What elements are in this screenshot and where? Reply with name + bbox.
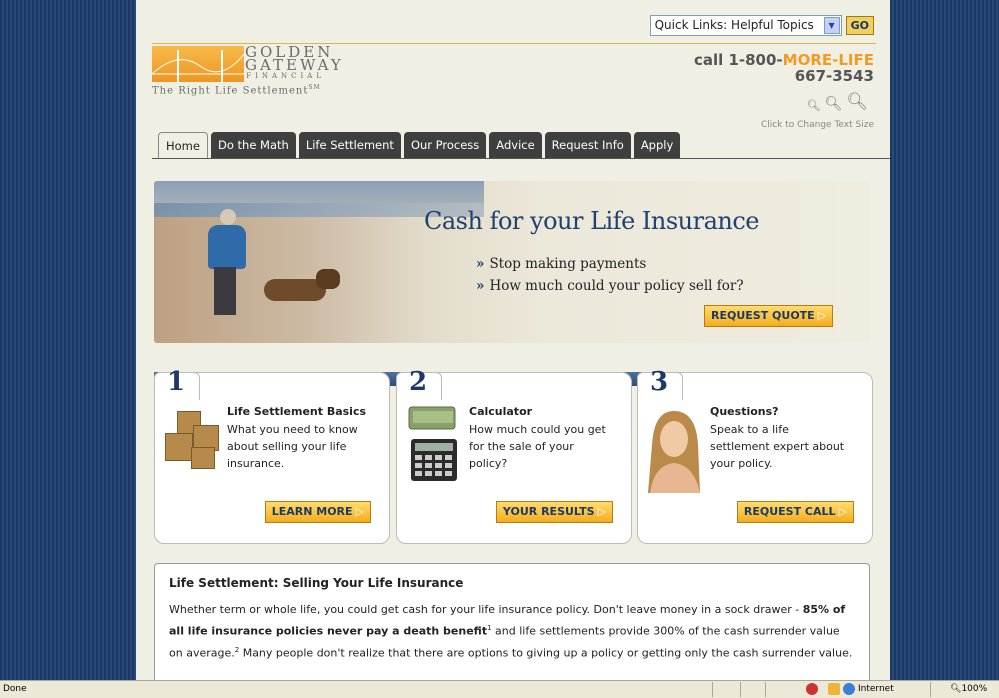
about-paragraph: Whether term or whole life, you could ge…: [169, 600, 855, 662]
step-arrow-icon: ▶: [205, 375, 213, 386]
status-separator: [712, 682, 713, 697]
chevron-right-icon: »: [476, 256, 485, 272]
card-description: How much could you get for the sale of y…: [469, 423, 606, 470]
card-description: Speak to a life settlement expert about …: [710, 423, 845, 470]
hero-bullet: » How much could your policy sell for?: [476, 275, 744, 297]
go-button[interactable]: GO: [845, 16, 874, 35]
request-call-label: REQUEST CALL: [743, 505, 836, 518]
tab-our-process[interactable]: Our Process: [403, 132, 487, 158]
play-arrow-icon: ▷: [597, 505, 606, 518]
browser-status-bar: Done Internet 🔍︎100%: [0, 680, 999, 698]
text-size-label: Click to Change Text Size: [760, 120, 874, 130]
zoom-small-icon[interactable]: 🔍︎: [807, 99, 821, 112]
main-nav: Home Do the Math Life Settlement Our Pro…: [158, 132, 681, 158]
play-arrow-icon: ▷: [355, 505, 364, 518]
quick-links-select[interactable]: Quick Links: Helpful Topics ▼: [649, 15, 842, 36]
boxes-image: [163, 407, 223, 471]
about-section: Life Settlement: Selling Your Life Insur…: [154, 563, 870, 680]
play-arrow-icon: ▷: [817, 309, 827, 322]
request-quote-button[interactable]: REQUEST QUOTE ▷: [704, 305, 834, 327]
phone-prefix: call 1-800-: [693, 51, 783, 69]
about-heading: Life Settlement: Selling Your Life Insur…: [169, 576, 464, 590]
logo-wordmark: GOLDEN GATEWAY FINANCIAL: [245, 45, 344, 81]
dog-image: [254, 269, 346, 309]
hero-bullet-text-2: How much could your policy sell for?: [489, 278, 744, 294]
tab-home[interactable]: Home: [158, 132, 208, 158]
step-number: 2: [409, 367, 428, 397]
step-number: 1: [167, 367, 186, 397]
status-text: Done: [3, 684, 27, 694]
status-separator: [930, 682, 931, 697]
popup-blocked-icon[interactable]: [806, 683, 818, 695]
tab-do-the-math[interactable]: Do the Math: [210, 132, 296, 158]
your-results-button[interactable]: YOUR RESULTS ▷: [495, 501, 613, 523]
card-title: Life Settlement Basics: [227, 405, 367, 418]
zoom-value: 100%: [961, 684, 988, 694]
quick-links: Quick Links: Helpful Topics ▼ GO: [649, 15, 874, 36]
hero-title: Cash for your Life Insurance: [424, 207, 760, 235]
about-text-end: Many people don't realize that there are…: [239, 646, 853, 660]
nav-underline: [152, 158, 890, 159]
phone-number: call 1-800-MORE-LIFE 667-3543: [694, 52, 874, 84]
zoom-large-icon[interactable]: 🔍︎: [846, 92, 868, 112]
request-call-button[interactable]: REQUEST CALL ▷: [736, 501, 854, 523]
card-calculator: 2 ▶ Calculator How much could you get fo…: [396, 367, 632, 544]
tagline-text: The Right Life Settlement: [152, 85, 309, 97]
request-quote-label: REQUEST QUOTE: [711, 309, 815, 322]
globe-icon: [843, 683, 855, 695]
quick-links-value: Quick Links: Helpful Topics: [654, 18, 814, 32]
protected-mode-icon[interactable]: [828, 683, 840, 695]
hero-bullets: » Stop making payments » How much could yo…: [476, 253, 744, 297]
right-background: [890, 0, 999, 680]
money-calculator-image: [405, 405, 463, 485]
support-agent-image: [642, 405, 706, 493]
tab-apply[interactable]: Apply: [633, 132, 681, 158]
hero-bullet: » Stop making payments: [476, 253, 744, 275]
zoom-level[interactable]: 🔍︎100%: [950, 684, 987, 694]
tagline-tm: SM: [308, 84, 321, 91]
your-results-label: YOUR RESULTS: [502, 505, 595, 518]
security-zone[interactable]: Internet: [858, 684, 894, 694]
logo-tagline: The Right Life SettlementSM: [152, 84, 321, 96]
man-on-beach-image: [202, 209, 252, 317]
logo-line2: GATEWAY: [245, 56, 344, 74]
tab-request-info[interactable]: Request Info: [544, 132, 631, 158]
learn-more-button[interactable]: LEARN MORE ▷: [264, 501, 371, 523]
phone-digits: 667-3543: [794, 67, 874, 85]
text-size-controls: 🔍︎ 🔍︎ 🔍︎: [807, 92, 868, 112]
hero-bullet-text-1: Stop making payments: [489, 256, 647, 272]
play-arrow-icon: ▷: [838, 505, 847, 518]
logo[interactable]: GOLDEN GATEWAY FINANCIAL The Right Life …: [151, 45, 344, 106]
learn-more-label: LEARN MORE: [271, 505, 353, 518]
step-arrow-icon: ▶: [447, 375, 455, 386]
left-background: [0, 0, 136, 680]
chevron-right-icon: »: [476, 278, 485, 294]
card-title: Questions?: [710, 405, 779, 418]
tab-life-settlement[interactable]: Life Settlement: [298, 132, 401, 158]
logo-line3: FINANCIAL: [246, 72, 325, 80]
step-number: 3: [650, 367, 669, 397]
page: Quick Links: Helpful Topics ▼ GO GOLDEN …: [136, 0, 890, 680]
status-separator: [740, 682, 741, 697]
tab-advice[interactable]: Advice: [489, 132, 542, 158]
card-life-settlement-basics: 1 ▶ Life Settlement Basics What you need…: [154, 367, 390, 544]
status-separator: [765, 682, 766, 697]
about-text-start: Whether term or whole life, you could ge…: [169, 603, 803, 616]
zoom-medium-icon[interactable]: 🔍︎: [825, 96, 843, 112]
card-questions: 3 Questions? Speak to a life settlement …: [637, 367, 873, 544]
hero-banner: Cash for your Life Insurance » Stop makin…: [154, 181, 870, 343]
golden-gate-bridge-icon: [151, 46, 245, 82]
card-title: Calculator: [469, 405, 533, 418]
card-description: What you need to know about selling your…: [227, 423, 358, 470]
dropdown-arrow-icon[interactable]: ▼: [823, 17, 840, 34]
